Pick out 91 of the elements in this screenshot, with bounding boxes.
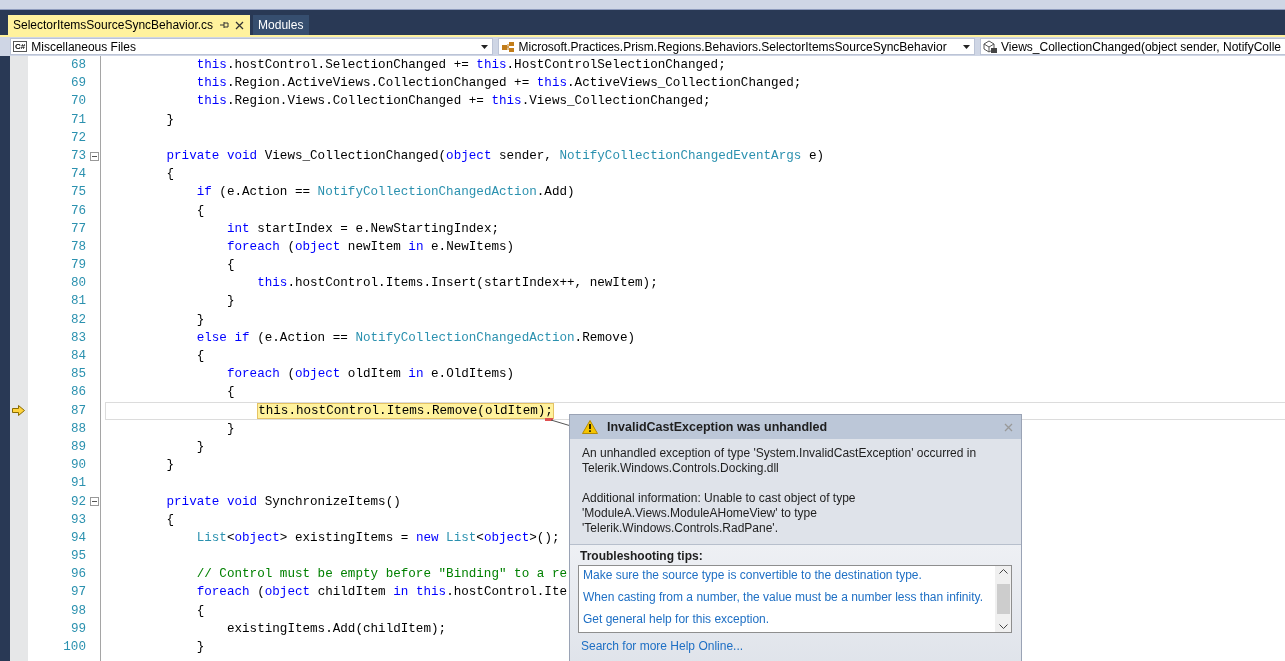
popup-title: InvalidCastException was unhandled — [607, 420, 829, 434]
navigation-dropdown[interactable]: Microsoft.Practices.Prism.Regions.Behaviors.SelectorItemsSourceSyncBehavior — [497, 38, 976, 55]
file-icon: C# — [13, 41, 28, 52]
line-number: 73 — [69, 147, 86, 165]
line-number: 69 — [69, 75, 86, 93]
tip-link[interactable]: Make sure the source type is convertible to the destination type. — [583, 568, 991, 590]
code-line: // Control must be empty before "Binding" to a re — [195, 566, 567, 584]
code-line: this.Region.Views.CollectionChanged += this.Views_CollectionChanged; — [195, 93, 711, 111]
line-number: 91 — [69, 475, 86, 493]
code-line: } — [195, 311, 205, 329]
code-line: { — [225, 384, 235, 402]
exception-message: An unhandled exception of type 'System.InvalidCastException' occurred in Telerik.Windows.Controls.Docking.dll — [582, 446, 978, 476]
line-number: 70 — [69, 93, 86, 111]
line-number: 88 — [69, 420, 86, 438]
line-number: 71 — [69, 111, 86, 129]
code-line: { — [195, 348, 205, 365]
code-line: if (e.Action == NotifyCollectionChangedAction.Add) — [195, 184, 575, 202]
line-number: 89 — [69, 438, 86, 456]
line-number: 78 — [69, 238, 86, 256]
class-icon — [500, 40, 515, 53]
scrollbar[interactable] — [995, 566, 1011, 632]
cube-lock-icon — [983, 40, 998, 53]
line-number: 72 — [69, 129, 86, 147]
tips-heading: Troubleshooting tips: — [579, 549, 704, 565]
error-squiggle-icon — [544, 417, 553, 422]
line-number: 99 — [69, 620, 86, 638]
dropdown-arrow-icon — [963, 44, 971, 49]
navigation-dropdown[interactable]: C# Miscellaneous Files — [10, 38, 493, 55]
code-line: } — [225, 293, 235, 311]
tip-link[interactable]: When casting from a number, the value must be a number less than infinity. — [583, 590, 991, 612]
tip-link[interactable]: Get general help for this exception. — [583, 612, 991, 634]
code-line: } — [165, 111, 175, 129]
code-line: } — [165, 457, 175, 475]
execution-arrow-icon — [12, 405, 25, 417]
additional-information: Additional information: Unable to cast object of type 'ModuleA.Views.ModuleAHomeView' to type 'Telerik.Windows.Controls.RadPane'. — [582, 491, 857, 536]
line-number: 98 — [69, 602, 86, 620]
editor-tab[interactable]: Modules — [253, 15, 310, 35]
scroll-down-icon — [998, 624, 1008, 629]
line-number: 79 — [69, 257, 86, 275]
line-number: 90 — [69, 457, 86, 475]
scrollbar-thumb[interactable] — [996, 584, 1010, 614]
close-icon — [235, 20, 245, 30]
code-line: { — [165, 511, 175, 529]
collapse-icon[interactable] — [89, 497, 99, 507]
dropdown-arrow-icon — [480, 44, 488, 49]
line-number: 80 — [69, 275, 86, 293]
line-number: 83 — [69, 329, 86, 347]
warning-icon — [582, 420, 598, 434]
code-line: private void Views_CollectionChanged(object sender, NotifyCollectionChangedEventArgs e) — [165, 147, 824, 165]
code-line: existingItems.Add(childItem); — [225, 620, 447, 638]
code-line: { — [225, 257, 235, 275]
close-icon[interactable] — [1004, 422, 1013, 432]
code-line: this.hostControl.Items.Insert(startIndex++, newItem); — [256, 275, 658, 293]
line-number: 74 — [69, 166, 86, 184]
line-number: 92 — [69, 493, 86, 511]
code-line: foreach (object oldItem in e.OldItems) — [225, 366, 515, 384]
navigation-dropdown[interactable]: Views_CollectionChanged(object sender, NotifyColle — [980, 38, 1285, 55]
line-number: 81 — [69, 293, 86, 311]
line-number: 84 — [69, 348, 86, 365]
code-line: { — [195, 202, 205, 220]
code-line: this.Region.ActiveViews.CollectionChanged += this.ActiveViews_CollectionChanged; — [195, 75, 802, 93]
editor-tab[interactable]: SelectorItemsSourceSyncBehavior.cs — [8, 15, 251, 35]
code-line: } — [225, 420, 235, 438]
code-line: foreach (object childItem in this.hostControl.Ite — [195, 584, 568, 602]
line-number: 96 — [69, 566, 86, 584]
code-line: this.hostControl.SelectionChanged += this.HostControlSelectionChanged; — [195, 57, 726, 74]
line-number: 68 — [69, 57, 86, 74]
line-number: 82 — [69, 311, 86, 329]
line-number: 76 — [69, 202, 86, 220]
scroll-up-icon — [998, 569, 1008, 574]
line-number: 93 — [69, 511, 86, 529]
code-line: foreach (object newItem in e.NewItems) — [225, 238, 515, 256]
code-line: { — [165, 166, 175, 184]
collapse-icon[interactable] — [89, 151, 99, 161]
code-line: } — [195, 438, 205, 456]
line-number: 100 — [62, 639, 86, 656]
line-number: 97 — [69, 584, 86, 602]
code-line: int startIndex = e.NewStartingIndex; — [225, 220, 499, 238]
line-number: 95 — [69, 548, 86, 566]
code-line: else if (e.Action == NotifyCollectionChangedAction.Remove) — [195, 329, 636, 347]
code-line: } — [195, 639, 205, 656]
code-line: List<object> existingItems = new List<object>(); — [195, 529, 560, 547]
line-number: 87 — [69, 402, 86, 420]
line-number: 75 — [69, 184, 86, 202]
help-link[interactable]: Search for more Help Online... — [578, 639, 1013, 653]
line-number: 85 — [69, 366, 86, 384]
line-number: 77 — [69, 220, 86, 238]
code-line: private void SynchronizeItems() — [165, 493, 401, 511]
line-number: 86 — [69, 384, 86, 402]
line-number: 94 — [69, 529, 86, 547]
code-line: { — [195, 602, 205, 620]
